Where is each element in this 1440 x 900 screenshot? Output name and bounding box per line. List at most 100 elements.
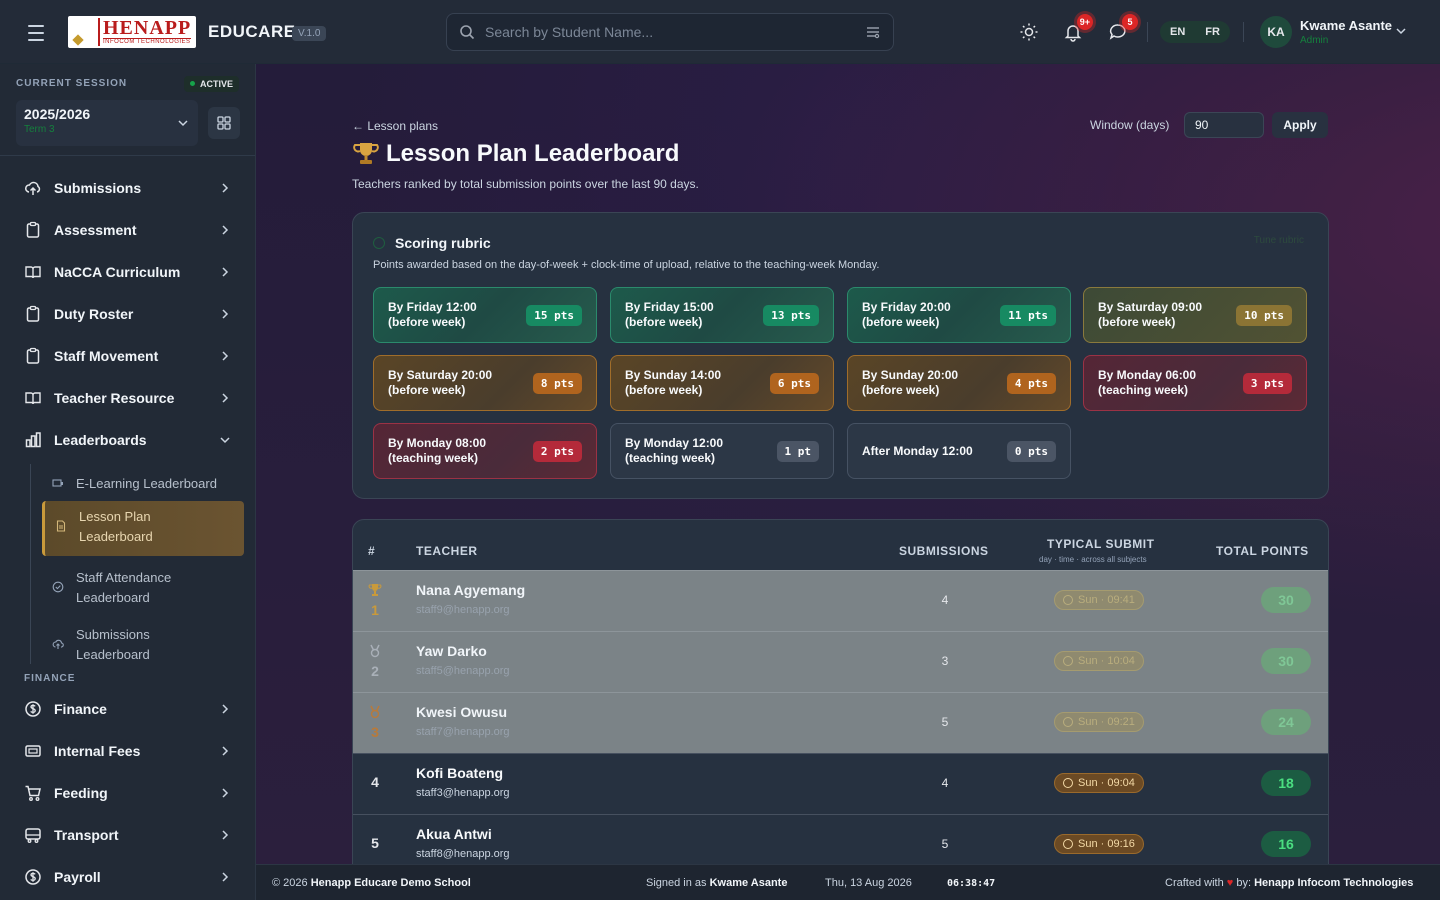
teacher-name: Yaw Darko xyxy=(416,643,487,659)
rubric-card: By Friday 15:00 (before week) 13 pts xyxy=(610,287,834,343)
teacher-email: staff9@henapp.org xyxy=(416,604,510,616)
points-badge: 0 pts xyxy=(1006,440,1056,462)
search-bar xyxy=(446,13,894,51)
dollar-circle-icon xyxy=(25,701,41,717)
rubric-card-label: By Friday 12:00 xyxy=(388,300,477,314)
lang-en-button[interactable]: EN xyxy=(1170,26,1185,38)
sidebar-item-internal-fees[interactable]: Internal Fees xyxy=(16,733,240,769)
back-link-lesson-plans[interactable]: ← Lesson plans xyxy=(352,119,438,133)
sidebar-item-feeding[interactable]: Feeding xyxy=(16,775,240,811)
monitor-icon xyxy=(52,479,63,487)
user-role: Admin xyxy=(1300,35,1329,46)
medal-icon xyxy=(370,705,380,719)
typical-submit-badge: Sun · 09:16 xyxy=(1054,834,1144,854)
messages-button[interactable]: 5 xyxy=(1106,14,1138,44)
sidebar-item-nacca-curriculum[interactable]: NaCCA Curriculum xyxy=(16,254,240,290)
window-days-input[interactable] xyxy=(1184,112,1264,138)
clipboard-icon xyxy=(26,347,40,364)
chevron-right-icon xyxy=(222,183,229,193)
menu-icon[interactable] xyxy=(28,22,52,42)
main-content: ← Lesson plans Lesson Plan Leaderboard T… xyxy=(256,64,1440,864)
table-row[interactable]: 4 Kofi Boateng staff3@henapp.org 4 Sun ·… xyxy=(353,753,1328,814)
chevron-down-icon[interactable] xyxy=(1394,24,1408,38)
logo-title: HENAPP xyxy=(103,17,192,39)
avatar[interactable]: KA xyxy=(1260,16,1292,48)
sidebar-item-teacher-resource[interactable]: Teacher Resource xyxy=(16,380,240,416)
rubric-title: Scoring rubric xyxy=(395,235,491,251)
top-bar: HENAPP INFOCOM TECHNOLOGIES EDUCARE V.1.… xyxy=(0,0,1440,64)
typical-submit-text: Sun · 09:21 xyxy=(1078,716,1135,728)
tune-rubric-link[interactable]: Tune rubric xyxy=(1254,235,1304,246)
table-row[interactable]: 2 Yaw Darko staff5@henapp.org 3 Sun · 10… xyxy=(353,631,1328,692)
typical-submit-text: Sun · 10:04 xyxy=(1078,655,1135,667)
lang-fr-button[interactable]: FR xyxy=(1205,26,1220,38)
filter-icon[interactable] xyxy=(865,24,881,40)
logo-mark xyxy=(68,16,98,48)
table-row[interactable]: 3 Kwesi Owusu staff7@henapp.org 5 Sun · … xyxy=(353,692,1328,753)
sidebar-subitem-submissions-leaderboard[interactable]: Submissions Leaderboard xyxy=(42,619,244,671)
page-title-text: Lesson Plan Leaderboard xyxy=(386,140,680,167)
sidebar-item-label: Finance xyxy=(54,701,107,717)
sidebar-item-submissions[interactable]: Submissions xyxy=(16,170,240,206)
user-name[interactable]: Kwame Asante xyxy=(1300,18,1392,33)
sidebar-item-label: Duty Roster xyxy=(54,306,134,322)
total-points-badge: 24 xyxy=(1261,709,1311,735)
session-select[interactable]: 2025/2026 Term 3 xyxy=(16,100,198,146)
column-header-typical-submit: TYPICAL SUBMIT xyxy=(1047,537,1155,551)
chevron-right-icon xyxy=(222,267,229,277)
sidebar-item-label: Submissions xyxy=(54,180,142,196)
sidebar-item-label: NaCCA Curriculum xyxy=(54,264,181,280)
cart-icon xyxy=(25,785,41,801)
search-icon xyxy=(460,25,475,40)
rubric-card: After Monday 12:00 0 pts xyxy=(847,423,1071,479)
company-name[interactable]: Henapp Infocom Technologies xyxy=(1254,877,1413,889)
session-panel: CURRENT SESSION ACTIVE 2025/2026 Term 3 xyxy=(0,64,255,156)
sidebar-item-leaderboards[interactable]: Leaderboards xyxy=(16,422,240,458)
bus-icon xyxy=(25,828,41,843)
table-row[interactable]: 1 Nana Agyemang staff9@henapp.org 4 Sun … xyxy=(353,570,1328,631)
column-header-teacher: TEACHER xyxy=(416,544,478,558)
school-name: Henapp Educare Demo School xyxy=(310,877,471,889)
submissions-count: 4 xyxy=(941,776,949,790)
search-input[interactable] xyxy=(485,24,865,40)
sidebar-item-transport[interactable]: Transport xyxy=(16,817,240,853)
apply-button[interactable]: Apply xyxy=(1272,112,1328,138)
sidebar-subitem-label: E-Learning Leaderboard xyxy=(76,476,217,491)
rubric-card: By Monday 12:00 (teaching week) 1 pt xyxy=(610,423,834,479)
rubric-card-label: By Sunday 20:00 xyxy=(862,368,959,382)
book-open-icon xyxy=(25,266,41,279)
rubric-card-sublabel: (before week) xyxy=(388,315,466,329)
theme-toggle-button[interactable] xyxy=(1017,20,1041,44)
sidebar-subitem-elearning-leaderboard[interactable]: E-Learning Leaderboard xyxy=(42,468,244,501)
sidebar-item-assessment[interactable]: Assessment xyxy=(16,212,240,248)
rubric-card-sublabel: (before week) xyxy=(862,383,940,397)
logo[interactable]: HENAPP INFOCOM TECHNOLOGIES xyxy=(68,16,196,48)
sidebar-subitem-lesson-plan-leaderboard[interactable]: Lesson Plan Leaderboard xyxy=(42,501,244,556)
section-label-finance: FINANCE xyxy=(24,673,76,684)
sidebar-item-label: Payroll xyxy=(54,869,101,885)
teacher-email: staff3@henapp.org xyxy=(416,787,510,799)
sidebar-item-duty-roster[interactable]: Duty Roster xyxy=(16,296,240,332)
sidebar-item-finance[interactable]: Finance xyxy=(16,691,240,727)
apps-grid-button[interactable] xyxy=(208,107,240,139)
submenu-guide xyxy=(30,464,31,664)
rubric-card-sublabel: (teaching week) xyxy=(1098,383,1189,397)
rubric-description: Points awarded based on the day-of-week … xyxy=(373,259,880,271)
sidebar-item-label: Feeding xyxy=(54,785,108,801)
sidebar-item-payroll[interactable]: Payroll xyxy=(16,859,240,895)
sidebar-item-staff-movement[interactable]: Staff Movement xyxy=(16,338,240,374)
rubric-card-label: By Saturday 09:00 xyxy=(1098,300,1203,314)
table-row[interactable]: 5 Akua Antwi staff8@henapp.org 5 Sun · 0… xyxy=(353,814,1328,864)
teacher-name: Kofi Boateng xyxy=(416,765,504,781)
upload-cloud-icon xyxy=(52,639,64,649)
clipboard-icon xyxy=(26,221,40,238)
typical-submit-text: Sun · 09:16 xyxy=(1078,838,1135,850)
clipboard-icon xyxy=(26,305,40,322)
sidebar-item-label: Teacher Resource xyxy=(54,390,175,406)
divider xyxy=(1147,22,1148,42)
clock-icon xyxy=(1063,778,1073,788)
leaderboard-table: # TEACHER SUBMISSIONS TYPICAL SUBMIT day… xyxy=(352,519,1329,864)
sidebar-subitem-staff-attendance-leaderboard[interactable]: Staff Attendance Leaderboard xyxy=(42,562,244,614)
total-points-badge: 30 xyxy=(1261,587,1311,613)
notifications-button[interactable]: 9+ xyxy=(1061,14,1093,44)
